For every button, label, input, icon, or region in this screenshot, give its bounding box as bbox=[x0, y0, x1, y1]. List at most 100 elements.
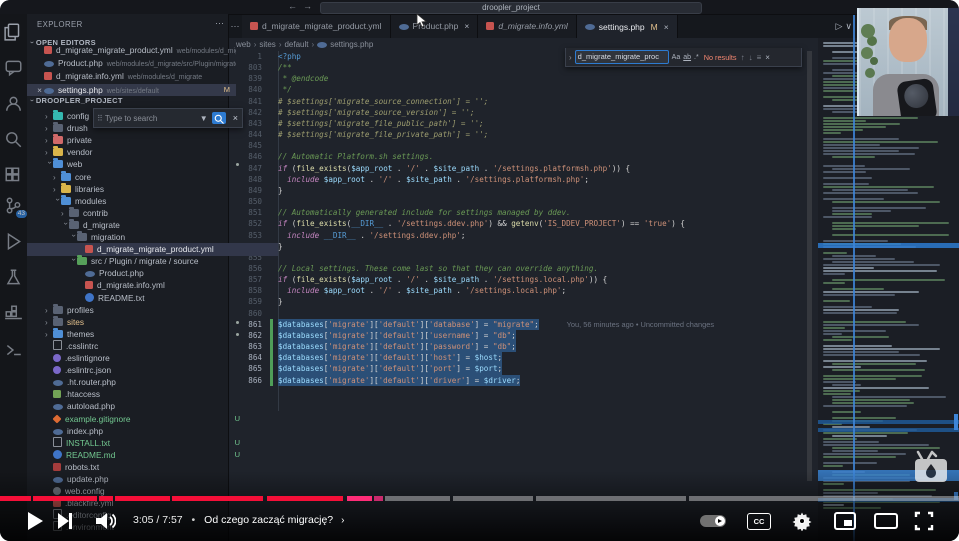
code-line[interactable]: 863 $databases['migrate']['default']['pas… bbox=[228, 341, 812, 353]
tree-item[interactable]: .ht.router.php bbox=[27, 376, 246, 389]
code-line[interactable]: 860 bbox=[228, 308, 812, 319]
tree-item[interactable]: › d_migrate bbox=[27, 218, 262, 232]
match-case-icon[interactable]: Aa bbox=[672, 54, 681, 61]
progress-played[interactable] bbox=[0, 496, 31, 501]
progress-remaining[interactable] bbox=[385, 496, 450, 501]
code-line[interactable]: 850 bbox=[228, 196, 812, 207]
drag-handle-icon[interactable]: ⠿ bbox=[94, 114, 105, 123]
progress-played[interactable] bbox=[33, 496, 97, 501]
code-line[interactable]: 864 $databases['migrate']['default']['hos… bbox=[228, 352, 812, 364]
close-icon[interactable]: × bbox=[765, 53, 773, 62]
progress-played[interactable] bbox=[172, 496, 263, 501]
progress-remaining[interactable] bbox=[536, 496, 686, 501]
tree-item[interactable]: › src / Plugin / migrate / source bbox=[27, 255, 270, 268]
code-line[interactable]: 855 bbox=[228, 252, 812, 263]
fullscreen-icon[interactable] bbox=[914, 511, 934, 531]
code-line[interactable]: 851// Automatically generated include fo… bbox=[228, 207, 812, 218]
progress-played[interactable] bbox=[347, 496, 372, 501]
find-expand-icon[interactable]: › bbox=[566, 53, 575, 62]
close-icon[interactable]: × bbox=[35, 84, 44, 97]
tree-item[interactable]: › contrib bbox=[27, 206, 262, 220]
breadcrumb-item[interactable]: default bbox=[284, 40, 308, 49]
code-line[interactable]: 842 # $settings['migrate_source_version']… bbox=[228, 107, 812, 118]
tree-item[interactable]: › migration bbox=[27, 231, 270, 244]
channel-watermark-tv-icon[interactable] bbox=[912, 450, 950, 484]
docker-icon[interactable] bbox=[4, 304, 23, 323]
editor-scrollbar[interactable] bbox=[807, 51, 812, 481]
settings-gear-icon[interactable] bbox=[792, 511, 812, 531]
remote-icon[interactable] bbox=[4, 340, 23, 359]
code-line[interactable]: 843 # $settings['migrate_file_public_path… bbox=[228, 118, 812, 129]
tree-item[interactable]: index.php bbox=[27, 425, 246, 438]
open-editor-item[interactable]: Product.php web/modules/d_migrate/src/Plu… bbox=[27, 57, 236, 70]
play-icon[interactable] bbox=[26, 511, 44, 531]
code-line[interactable]: 844 # $settings['migrate_file_private_pat… bbox=[228, 129, 812, 140]
tree-item[interactable]: .htaccess bbox=[27, 388, 246, 401]
run-debug-icon[interactable] bbox=[4, 232, 23, 251]
progress-remaining[interactable] bbox=[689, 496, 959, 501]
tab-overflow-icon[interactable]: ⋯ bbox=[228, 14, 242, 38]
tree-item[interactable]: › themes bbox=[27, 327, 246, 341]
code-line[interactable]: 848 include $app_root . '/' . $site_path… bbox=[228, 174, 812, 185]
account-icon[interactable] bbox=[4, 94, 23, 113]
search-icon[interactable] bbox=[4, 130, 23, 149]
code-line[interactable]: 858 include $app_root . '/' . $site_path… bbox=[228, 285, 812, 296]
tree-item[interactable]: .csslintrc bbox=[27, 339, 246, 353]
code-line[interactable]: 847 if (file_exists($app_root . '/' . $si… bbox=[228, 163, 812, 174]
theater-mode-icon[interactable] bbox=[874, 512, 898, 530]
tree-item[interactable]: › private bbox=[27, 134, 246, 147]
tree-item[interactable]: INSTALL.txt U bbox=[27, 436, 246, 450]
tab-d_migrate.info.yml[interactable]: d_migrate.info.yml bbox=[478, 14, 577, 38]
progress-bar[interactable] bbox=[0, 496, 959, 501]
nav-back-forward-icons[interactable]: ←→ bbox=[288, 1, 318, 11]
find-input[interactable]: d_migrate_migrate_proc bbox=[574, 50, 669, 64]
progress-played[interactable] bbox=[267, 496, 343, 501]
autoplay-toggle[interactable] bbox=[700, 515, 726, 527]
code-line[interactable]: 849} bbox=[228, 185, 812, 196]
tab-settings.php[interactable]: settings.php M × bbox=[576, 14, 678, 38]
tree-item[interactable]: › profiles bbox=[27, 303, 246, 317]
tree-search-input[interactable]: Type to search bbox=[105, 114, 199, 123]
tree-item[interactable]: › libraries bbox=[27, 182, 254, 196]
tree-item[interactable]: Product.php bbox=[27, 267, 278, 280]
close-icon[interactable]: × bbox=[229, 113, 242, 123]
command-center-search[interactable]: droopler_project bbox=[320, 2, 702, 14]
tree-item[interactable]: › modules bbox=[27, 194, 254, 208]
explorer-icon[interactable] bbox=[4, 22, 23, 41]
tree-item[interactable]: d_migrate_migrate_product.yml bbox=[27, 243, 278, 256]
tree-item[interactable]: example.gitignore U bbox=[27, 413, 246, 426]
code-line[interactable]: 841 # $settings['migrate_source_connectio… bbox=[228, 96, 812, 107]
tree-item[interactable]: .eslintignore bbox=[27, 352, 246, 365]
code-line[interactable]: 846// Automatic Platform.sh settings. bbox=[228, 151, 812, 162]
close-icon[interactable]: × bbox=[664, 22, 669, 32]
progress-played[interactable] bbox=[115, 496, 170, 501]
regex-icon[interactable]: .* bbox=[694, 54, 699, 61]
volume-icon[interactable] bbox=[94, 511, 116, 531]
code-line[interactable]: 866 $databases['migrate']['default']['dri… bbox=[228, 374, 812, 386]
breadcrumb-item[interactable]: web bbox=[236, 40, 251, 49]
chapter-title[interactable]: Od czego zacząć migrację? bbox=[204, 514, 333, 526]
breadcrumb[interactable]: web › sites › default › settings.php bbox=[236, 38, 373, 51]
tab-Product.php[interactable]: Product.php × bbox=[390, 14, 479, 38]
code-line[interactable]: 840 */ bbox=[228, 84, 812, 95]
progress-remaining[interactable] bbox=[453, 496, 533, 501]
open-editor-item[interactable]: d_migrate.info.yml web/modules/d_migrate bbox=[27, 70, 236, 83]
code-line[interactable]: 853 include __DIR__ . '/settings.ddev.ph… bbox=[228, 230, 812, 241]
find-in-selection-icon[interactable]: ≡ bbox=[757, 53, 762, 62]
tree-item[interactable]: d_migrate.info.yml bbox=[27, 279, 278, 292]
code-line[interactable]: 865 $databases['migrate']['default']['por… bbox=[228, 363, 812, 375]
code-line[interactable]: 857 if (file_exists($app_root . '/' . $si… bbox=[228, 274, 812, 285]
code-line[interactable]: 862 $databases['migrate']['default']['use… bbox=[228, 329, 812, 342]
chapter-chevron-icon[interactable]: › bbox=[341, 515, 344, 526]
code-line[interactable]: 839 * @endcode bbox=[228, 73, 812, 84]
next-icon[interactable] bbox=[57, 511, 73, 531]
open-editor-item[interactable]: × settings.php web/sites/default M bbox=[27, 83, 236, 97]
extensions-icon[interactable] bbox=[4, 166, 23, 185]
whole-word-icon[interactable]: ab bbox=[683, 54, 691, 61]
code-editor[interactable]: 1 <?php 803/** 839 * @endcode 840 */841 # $se… bbox=[228, 51, 812, 541]
code-line[interactable]: 845 bbox=[228, 140, 812, 151]
code-line[interactable]: 861 $databases['migrate']['default']['dat… bbox=[228, 318, 812, 331]
project-header[interactable]: ›DROOPLER_PROJECT bbox=[28, 96, 123, 105]
tree-item[interactable]: README.md U bbox=[27, 449, 246, 462]
tree-item[interactable]: › vendor bbox=[27, 146, 246, 159]
